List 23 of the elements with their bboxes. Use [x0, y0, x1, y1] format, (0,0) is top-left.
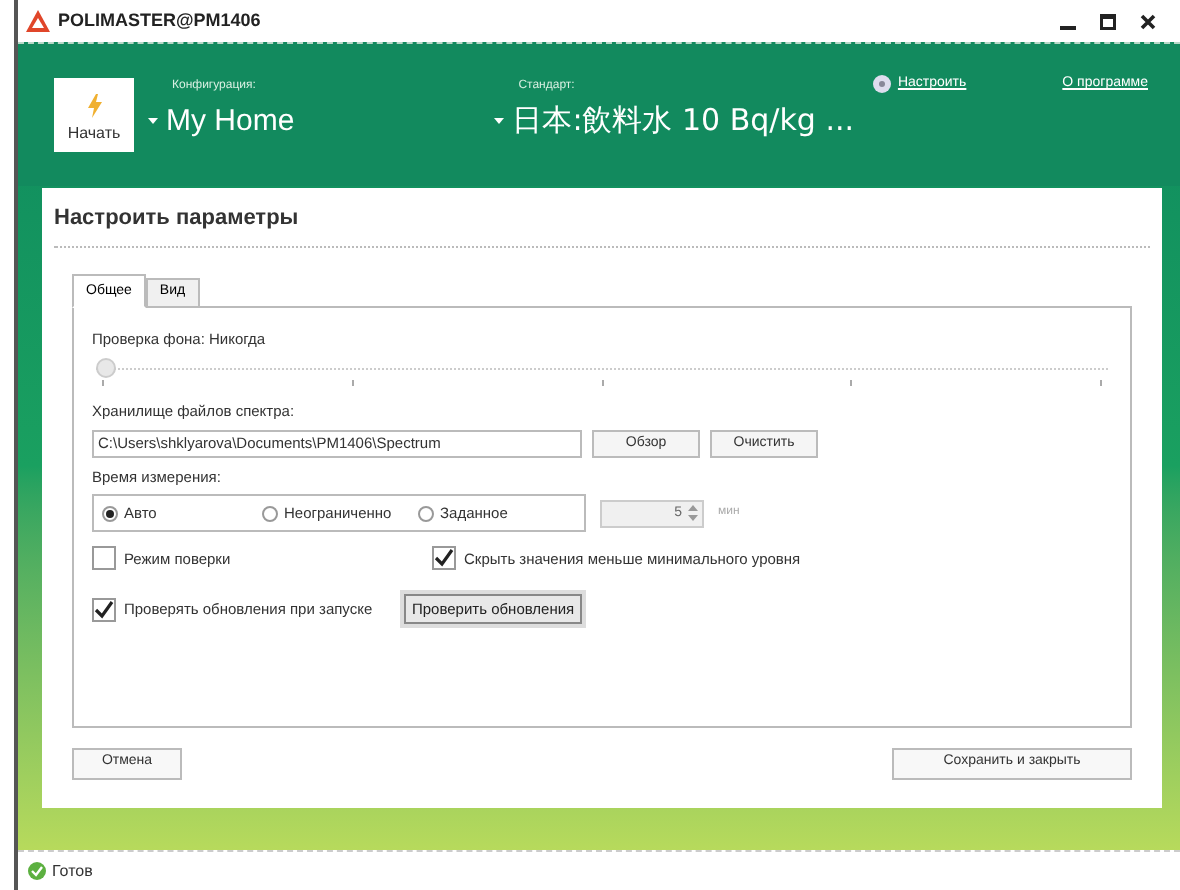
window-title: POLIMASTER@PM1406 [58, 7, 261, 34]
status-text: Готов [52, 859, 93, 883]
standard-dropdown[interactable]: 日本:飲料水 10 Bq/kg ... [494, 106, 855, 136]
maximize-icon[interactable] [1100, 13, 1116, 29]
caret-icon [494, 118, 505, 124]
checkbox[interactable] [432, 546, 456, 571]
dialog-title: Настроить параметры [54, 188, 1150, 247]
checkbox[interactable] [92, 597, 116, 622]
status-ok-icon [28, 862, 46, 880]
slider-thumb[interactable] [96, 357, 116, 378]
slider-track[interactable] [96, 355, 1108, 380]
lightning-icon [85, 94, 103, 118]
start-button[interactable]: Начать [54, 78, 134, 152]
radio-button[interactable] [418, 505, 434, 522]
caret-icon [148, 118, 158, 124]
checkmark-icon [94, 599, 114, 620]
checkmark-icon [434, 548, 454, 569]
close-icon[interactable] [1140, 13, 1156, 29]
configuration-dropdown[interactable]: My Home [148, 106, 295, 136]
radio-button[interactable] [102, 505, 118, 522]
checkbox[interactable] [92, 546, 116, 571]
radio-button[interactable] [262, 505, 278, 522]
logo-icon [26, 10, 50, 32]
